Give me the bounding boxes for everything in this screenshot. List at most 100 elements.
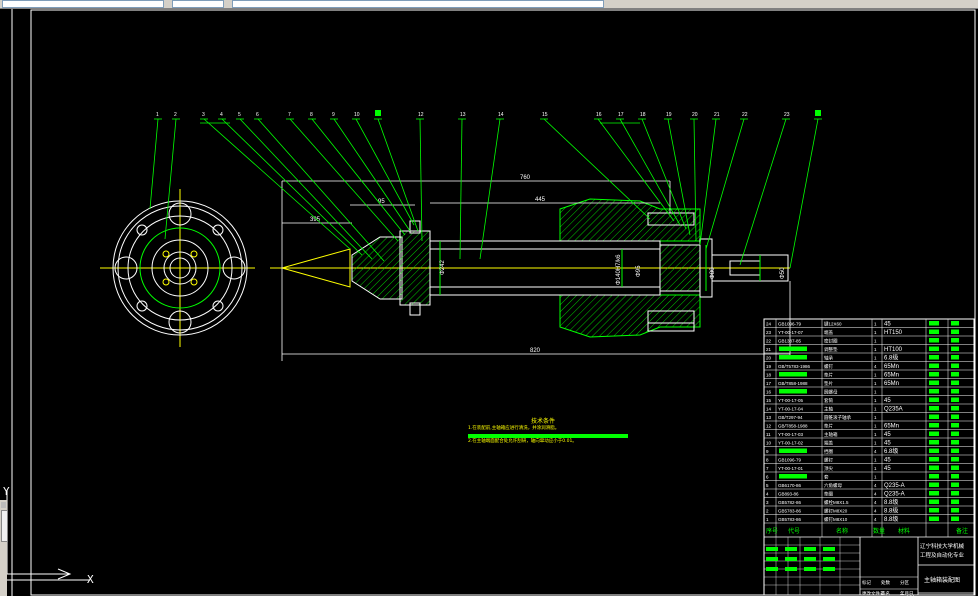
bom-mark (929, 508, 939, 513)
bom-cell: GB5782-86 (778, 500, 802, 505)
bom-cell: 18 (766, 373, 772, 378)
bom-cell: HT150 (884, 330, 903, 336)
bom-cell: 螺钉 (824, 363, 833, 370)
bom-mark (951, 516, 959, 521)
bom-cell: 6 (766, 475, 769, 480)
bom-cell: 垫片 (824, 423, 833, 430)
bom-cell: GB893-86 (778, 492, 799, 497)
bom-mark (951, 355, 959, 360)
bom-cell: 端盖 (824, 440, 833, 447)
bom-mark (951, 508, 959, 513)
bom-cell: 45 (884, 432, 891, 438)
balloon-marker (375, 110, 381, 116)
title-label: 分区 (900, 579, 909, 586)
bom-mark (929, 440, 939, 445)
bom-cell: 1 (874, 466, 877, 471)
bom-header: 材料 (898, 527, 910, 535)
bom-cell: 1 (874, 441, 877, 446)
bom-cell: 1 (874, 390, 877, 395)
bom-mark (951, 448, 959, 453)
balloon-number: 21 (714, 112, 720, 118)
bom-mark (929, 363, 939, 368)
block-mark (766, 557, 778, 561)
bom-cell: GB/T858-1988 (778, 424, 808, 429)
bom-cell: 轴承 (824, 355, 833, 362)
bom-cell: 螺栓M8X1.5 (824, 499, 849, 506)
bom-cell: 端盖 (824, 329, 833, 336)
bom-mark (951, 499, 959, 504)
bom-cell: 65Mn (884, 381, 899, 387)
dim-dia-right: Φ95 (636, 265, 642, 277)
scroll-thumb[interactable] (1, 510, 8, 542)
title-label: 处数 (881, 579, 890, 586)
bom-mark (929, 380, 939, 385)
bom-mark (929, 338, 939, 343)
bom-cell: 调整垫 (824, 346, 838, 353)
bom-mark (929, 465, 939, 470)
block-mark (766, 547, 778, 551)
dim-dia-center: Φ140H7/k6 (616, 254, 622, 285)
bom-cell: 1 (874, 381, 877, 386)
block-mark (785, 557, 797, 561)
ucs-icon (0, 490, 90, 581)
bom-cell: 圆螺母 (824, 389, 838, 396)
bom-cell: 圆锥滚子轴承 (824, 414, 851, 421)
balloon-number: 9 (332, 112, 335, 118)
bom-cell: 10 (766, 441, 772, 446)
balloon-number: 10 (354, 112, 360, 118)
block-mark (804, 557, 816, 561)
bom-mark (951, 482, 959, 487)
balloon-number: 3 (202, 112, 205, 118)
cad-drawing: 760 445 95 395 820 Φ242 Φ140H7/k6 Φ95 Φ8… (11, 9, 976, 596)
scroll-up-icon[interactable] (1, 502, 6, 508)
bom-bar (779, 448, 807, 453)
bom-cell: Q235-A (884, 492, 905, 498)
bom-cell: 垫片 (824, 380, 833, 387)
bom-mark (951, 465, 959, 470)
bom-mark (951, 431, 959, 436)
school-name: 辽宁科技大学机械 (920, 542, 965, 550)
dim-bore-span: 445 (535, 197, 546, 203)
bom-mark (951, 338, 959, 343)
bom-cell: 5 (766, 483, 769, 488)
bom-mark (929, 457, 939, 462)
bom-cell: 键12X60 (824, 321, 842, 328)
bom-mark (929, 355, 939, 360)
bom-mark (951, 414, 959, 419)
bom-cell: 螺钉 (824, 457, 833, 464)
vertical-scrollbar[interactable] (0, 500, 8, 596)
bom-cell: 1 (874, 458, 877, 463)
bom-cell: GB1096-79 (778, 458, 802, 463)
technical-notes: 技术条件 1.在装配前,主轴箱应进行清洗，并涂润滑脂。 2.在主轴端面配合处允许… (468, 417, 628, 446)
title-label: 签名 (881, 590, 890, 596)
bom-cell: Q235-A (884, 483, 905, 489)
title-block: 24 GB1096-79 键12X60 1 4523 YT-00-17-07 端盖 1 HT15… (763, 318, 975, 596)
balloon-number: 13 (460, 112, 466, 118)
bom-mark (929, 346, 939, 351)
bom-cell: 4 (874, 500, 877, 505)
bom-cell: 9 (766, 449, 769, 454)
layer-dropdown[interactable] (2, 0, 164, 8)
bom-cell: 顶尖 (824, 465, 833, 472)
block-mark (766, 567, 778, 571)
drawing-canvas[interactable]: 760 445 95 395 820 Φ242 Φ140H7/k6 Φ95 Φ8… (0, 9, 978, 596)
bom-mark (951, 423, 959, 428)
bom-cell: HT100 (884, 347, 903, 353)
bom-cell: 1 (874, 330, 877, 335)
bom-cell: YT-00-17-03 (778, 432, 804, 437)
bom-cell: 主轴箱 (824, 431, 838, 438)
color-dropdown[interactable] (172, 0, 224, 8)
linetype-dropdown[interactable] (232, 0, 604, 8)
bom-cell: YT-00-17-07 (778, 330, 804, 335)
bom-mark (951, 406, 959, 411)
bom-cell: 套筒 (824, 397, 833, 404)
balloon-number: 20 (692, 112, 698, 118)
bom-cell: 4 (874, 483, 877, 488)
bom-cell: 23 (766, 330, 772, 335)
bom-cell: 3 (766, 500, 769, 505)
block-mark (785, 547, 797, 551)
bom-mark (951, 457, 959, 462)
bom-cell: 45 (884, 322, 891, 328)
block-mark (785, 567, 797, 571)
bom-cell: 11 (766, 432, 771, 437)
